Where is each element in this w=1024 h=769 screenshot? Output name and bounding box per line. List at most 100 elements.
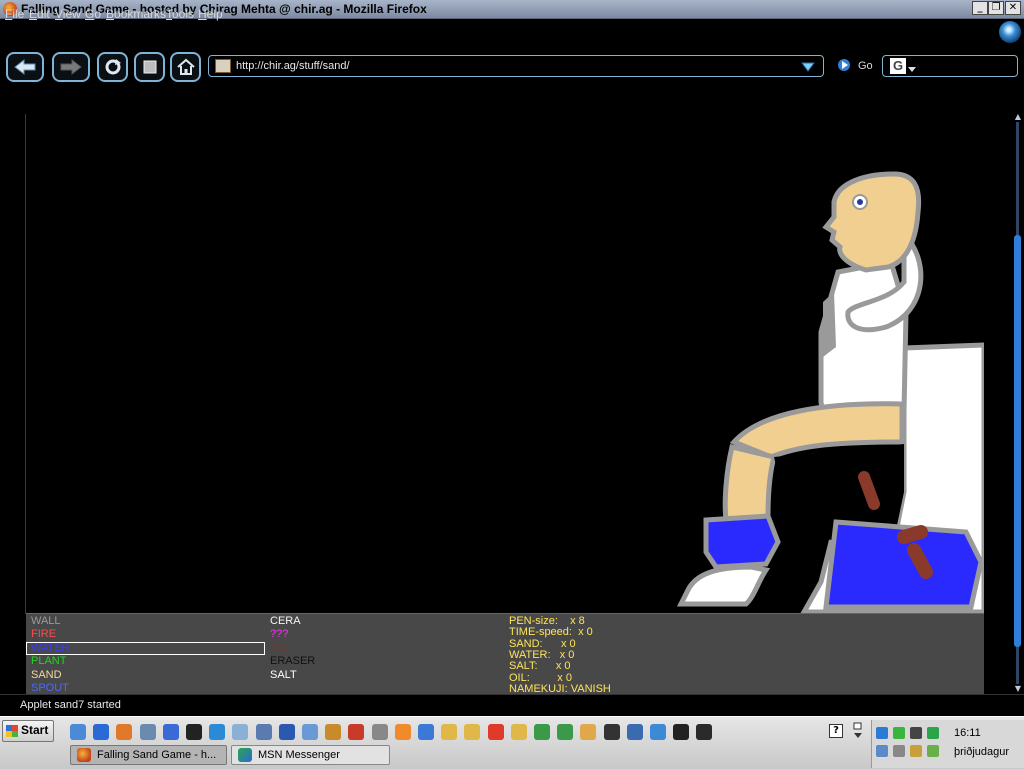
- stat-line: NAMEKUJI: VANISH: [509, 682, 611, 695]
- globe-icon[interactable]: [650, 724, 666, 740]
- clock-icon[interactable]: [580, 724, 597, 740]
- forward-button[interactable]: [52, 52, 90, 82]
- menu-view[interactable]: View: [55, 7, 81, 21]
- menu-help[interactable]: Help: [198, 7, 223, 21]
- element-plant[interactable]: PLANT: [31, 655, 66, 668]
- steam-icon[interactable]: [603, 724, 620, 740]
- stop-icon: [143, 60, 156, 74]
- stat-line: SAND: x 0: [509, 637, 576, 650]
- media-player-icon[interactable]: [162, 724, 179, 740]
- element-water[interactable]: WATER: [31, 642, 70, 655]
- window-icon[interactable]: [139, 724, 156, 740]
- steam-tray-icon[interactable]: [910, 727, 922, 739]
- element-oil[interactable]: OIL: [270, 642, 288, 655]
- msn-icon[interactable]: [557, 724, 574, 740]
- stat-line: SALT: x 0: [509, 660, 571, 673]
- notepad-icon[interactable]: [232, 724, 249, 740]
- word-icon[interactable]: [278, 724, 295, 740]
- update-icon[interactable]: [893, 727, 905, 739]
- back-arrow-icon: [14, 58, 36, 76]
- utility-icon[interactable]: [325, 724, 342, 740]
- restore-button[interactable]: ❐: [988, 1, 1004, 15]
- close-button[interactable]: ✕: [1005, 1, 1021, 15]
- help-icon[interactable]: ?: [829, 724, 843, 738]
- cmd-icon[interactable]: [186, 724, 202, 740]
- status-text: Applet sand7 started: [20, 699, 121, 711]
- display-icon[interactable]: [876, 745, 888, 757]
- forward-arrow-icon: [60, 58, 82, 76]
- firefox-icon[interactable]: [116, 724, 133, 740]
- folder-icon[interactable]: [510, 724, 527, 740]
- reload-button[interactable]: [97, 52, 128, 82]
- window-title: Falling Sand Game - hosted by Chirag Meh…: [21, 2, 427, 16]
- msn-icon: [238, 748, 252, 762]
- orange-icon[interactable]: [394, 724, 411, 740]
- home-button[interactable]: [170, 52, 201, 82]
- menu-file[interactable]: File: [5, 7, 24, 21]
- battery-icon[interactable]: [927, 745, 939, 757]
- stop-button[interactable]: [134, 52, 165, 82]
- taskbar-button-msn[interactable]: MSN Messenger: [231, 745, 390, 765]
- reload-icon: [105, 59, 121, 75]
- security-icon[interactable]: [910, 745, 922, 757]
- scroll-down-arrow-icon[interactable]: ▼: [1012, 684, 1024, 694]
- winamp-icon[interactable]: [696, 724, 713, 740]
- media-icon[interactable]: [673, 724, 690, 740]
- element-salt[interactable]: SALT: [270, 669, 297, 682]
- element-fire[interactable]: FIRE: [31, 628, 56, 641]
- throbber-icon: [999, 21, 1021, 43]
- status-bar: [0, 694, 1024, 717]
- taskbar-label: MSN Messenger: [258, 749, 340, 761]
- flight-icon[interactable]: [418, 724, 434, 740]
- volume-icon[interactable]: [893, 745, 905, 757]
- scroll-up-arrow-icon[interactable]: ▲: [1012, 112, 1024, 122]
- day-label: þriðjudagur: [954, 746, 1010, 758]
- sand-drawing: [676, 171, 984, 613]
- pen-icon[interactable]: [626, 724, 643, 740]
- clock[interactable]: 16:11: [954, 727, 981, 739]
- google-search-icon[interactable]: G: [890, 58, 906, 74]
- minimize-button[interactable]: _: [972, 1, 988, 15]
- folder-icon[interactable]: [464, 724, 481, 740]
- network-icon[interactable]: [255, 724, 272, 740]
- msn-icon[interactable]: [534, 724, 550, 740]
- menu-bookmarks[interactable]: Bookmarks: [106, 7, 166, 21]
- msn-tray-icon[interactable]: [927, 727, 939, 739]
- stat-line: OIL: x 0: [509, 671, 572, 684]
- folder-icon[interactable]: [441, 724, 458, 740]
- taskbar-chevron-icon[interactable]: [853, 722, 863, 740]
- url-text[interactable]: http://chir.ag/stuff/sand/: [236, 60, 350, 72]
- menu-go[interactable]: Go: [85, 7, 101, 21]
- windows-logo-icon: [6, 725, 18, 737]
- stat-line: TIME-speed: x 0: [509, 626, 593, 639]
- element-eraser[interactable]: ERASER: [270, 655, 315, 668]
- app-icon[interactable]: [302, 724, 318, 740]
- element-spout[interactable]: SPOUT: [31, 682, 69, 695]
- go-arrow-icon[interactable]: [837, 58, 851, 72]
- element-cera[interactable]: CERA: [270, 615, 301, 628]
- search-engine-dropdown-icon[interactable]: [908, 66, 916, 72]
- network-icon[interactable]: [876, 727, 888, 739]
- flash-icon[interactable]: [487, 724, 504, 740]
- menu-tools[interactable]: Tools: [166, 7, 194, 21]
- speaker-icon[interactable]: [371, 724, 388, 740]
- element-unknown[interactable]: ???: [270, 628, 288, 641]
- element-wall[interactable]: WALL: [31, 615, 61, 628]
- menu-bar: [0, 19, 1024, 45]
- back-button[interactable]: [6, 52, 44, 82]
- sand-canvas[interactable]: [26, 112, 984, 613]
- url-history-dropdown-icon[interactable]: [801, 59, 815, 73]
- element-sand[interactable]: SAND: [31, 669, 62, 682]
- menu-edit[interactable]: Edit: [29, 7, 50, 21]
- taskbar-label: Falling Sand Game - h...: [97, 749, 217, 761]
- scrollbar-thumb[interactable]: [1014, 235, 1021, 647]
- ie-icon[interactable]: [93, 724, 110, 740]
- go-button[interactable]: Go: [858, 60, 873, 72]
- home-icon: [176, 58, 195, 75]
- taskbar-button-firefox[interactable]: Falling Sand Game - h...: [70, 745, 227, 765]
- app-red-icon[interactable]: [348, 724, 365, 740]
- site-favicon-icon: [215, 59, 231, 73]
- firefox-icon: [77, 748, 91, 762]
- ie-blue-icon[interactable]: [209, 724, 226, 740]
- ie-settings-icon[interactable]: [70, 724, 86, 740]
